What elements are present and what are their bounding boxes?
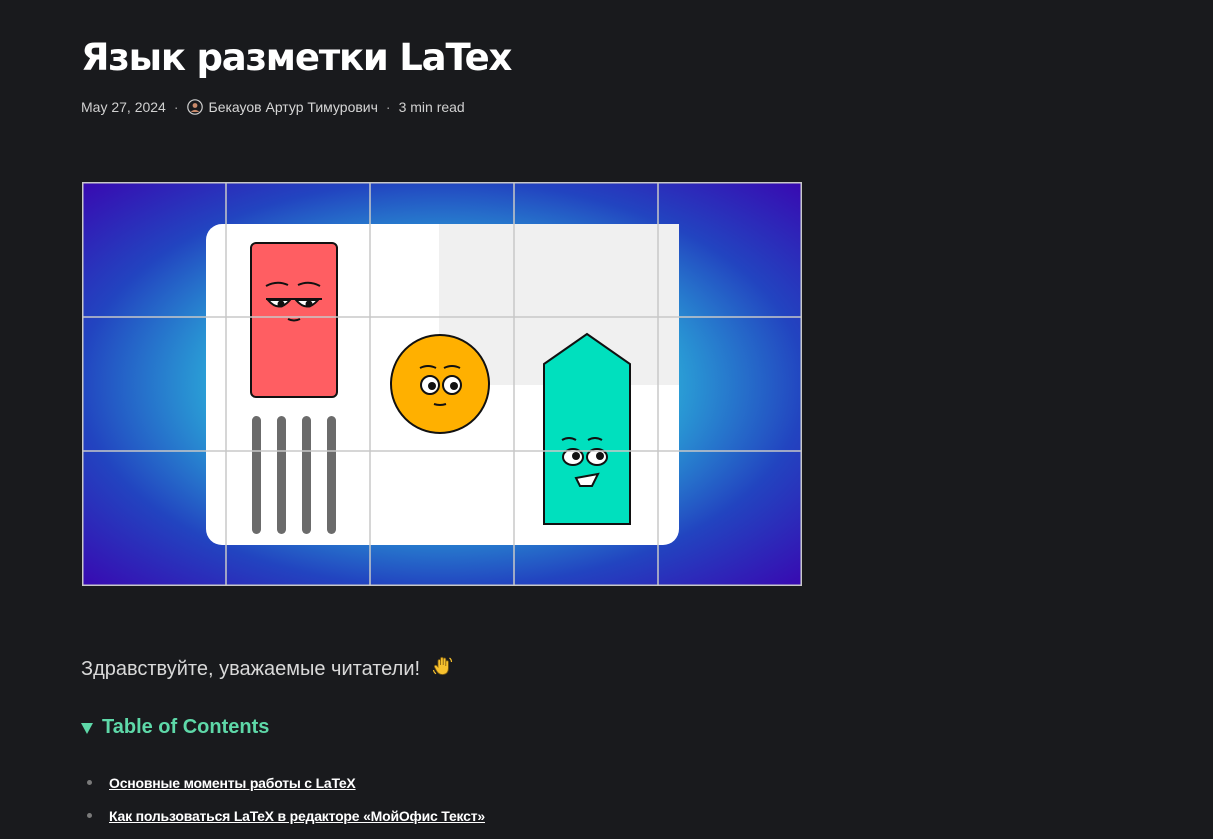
publish-date: May 27, 2024 <box>81 99 166 115</box>
greeting-text: Здравствуйте, уважаемые читатели! <box>81 655 454 683</box>
toc-link[interactable]: Основные моменты работы с LaTeX <box>109 775 356 791</box>
article-meta: May 27, 2024 · Бекауов Артур Тимурович ·… <box>81 99 465 115</box>
bullet-icon <box>87 813 92 818</box>
waving-hand-icon <box>432 655 454 683</box>
greeting-label: Здравствуйте, уважаемые читатели! <box>81 658 421 680</box>
list-item: Как пользоваться LaTeX в редакторе «МойО… <box>87 799 485 832</box>
toc-link[interactable]: Как пользоваться LaTeX в редакторе «МойО… <box>109 808 485 824</box>
triangle-down-icon <box>81 722 93 734</box>
yellow-character-icon <box>390 334 490 434</box>
red-character-icon <box>250 242 338 398</box>
toc-toggle[interactable]: Table of Contents <box>81 716 269 739</box>
author-avatar-icon <box>186 99 203 115</box>
teal-character-icon <box>543 332 631 525</box>
meta-separator: · <box>385 99 391 115</box>
page-title: Язык разметки LaTex <box>81 36 512 79</box>
toc-summary-label: Table of Contents <box>102 716 270 738</box>
bullet-icon <box>87 780 92 785</box>
meta-separator: · <box>173 99 179 115</box>
hero-image <box>82 182 802 586</box>
list-item: Основные моменты работы с LaTeX <box>87 766 485 799</box>
author-name[interactable]: Бекауов Артур Тимурович <box>209 99 378 115</box>
read-time: 3 min read <box>398 99 465 115</box>
toc-list: Основные моменты работы с LaTeX Как поль… <box>87 766 485 832</box>
